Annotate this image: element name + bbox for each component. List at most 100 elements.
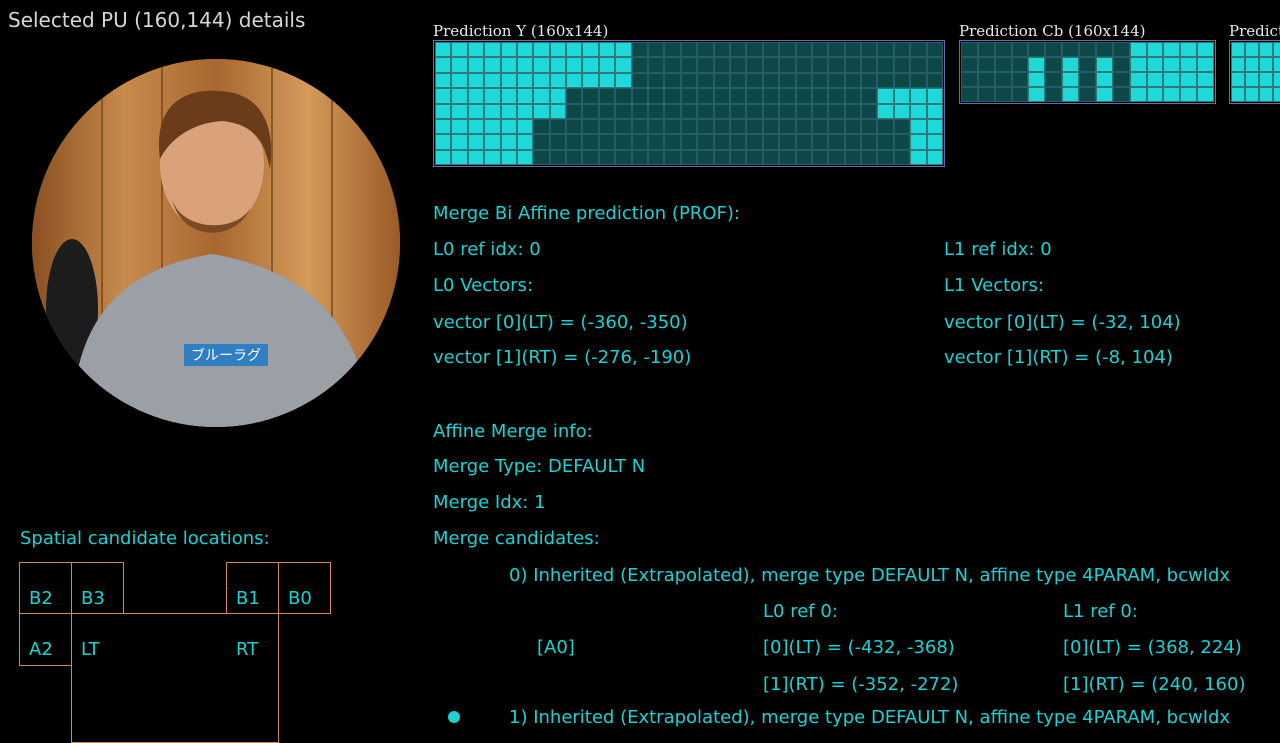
- prediction-cell[interactable]: [1180, 72, 1198, 87]
- prediction-cell[interactable]: [877, 41, 894, 58]
- prediction-cell[interactable]: [1062, 72, 1080, 87]
- prediction-cell[interactable]: [910, 149, 927, 166]
- prediction-cell[interactable]: [467, 149, 485, 166]
- prediction-cell[interactable]: [828, 88, 845, 104]
- prediction-cell[interactable]: [1028, 42, 1046, 57]
- prediction-cell[interactable]: [680, 103, 698, 119]
- prediction-cell[interactable]: [795, 57, 812, 73]
- prediction-cell[interactable]: [631, 118, 649, 135]
- prediction-cell[interactable]: [549, 118, 567, 135]
- prediction-cell[interactable]: [516, 72, 534, 89]
- prediction-cell[interactable]: [680, 88, 698, 104]
- prediction-cell[interactable]: [631, 41, 649, 58]
- prediction-cell[interactable]: [729, 134, 747, 150]
- prediction-cell[interactable]: [729, 118, 747, 135]
- prediction-cell[interactable]: [762, 57, 780, 73]
- prediction-cell[interactable]: [680, 134, 698, 150]
- prediction-cell[interactable]: [697, 88, 714, 104]
- prediction-cell[interactable]: [795, 88, 812, 104]
- prediction-cell[interactable]: [1245, 57, 1259, 72]
- prediction-cell[interactable]: [893, 72, 911, 89]
- prediction-cell[interactable]: [615, 41, 632, 58]
- prediction-cell[interactable]: [1231, 42, 1245, 57]
- prediction-cell[interactable]: [779, 72, 796, 89]
- prediction-cell[interactable]: [1129, 72, 1147, 87]
- prediction-cell[interactable]: [1231, 87, 1245, 102]
- prediction-cell[interactable]: [566, 57, 583, 73]
- prediction-cell[interactable]: [615, 57, 632, 73]
- prediction-cell[interactable]: [516, 103, 534, 119]
- prediction-cell[interactable]: [877, 149, 894, 166]
- prediction-cell[interactable]: [582, 57, 599, 73]
- prediction-cell[interactable]: [1231, 72, 1245, 87]
- prediction-cell[interactable]: [713, 149, 730, 166]
- prediction-cell[interactable]: [1163, 87, 1181, 102]
- prediction-cell[interactable]: [811, 134, 829, 150]
- prediction-cell[interactable]: [746, 103, 763, 119]
- prediction-cell[interactable]: [533, 134, 550, 150]
- prediction-cell[interactable]: [516, 134, 534, 150]
- prediction-cell[interactable]: [664, 41, 681, 58]
- prediction-cell[interactable]: [1079, 42, 1096, 57]
- prediction-cell[interactable]: [680, 149, 698, 166]
- prediction-cell[interactable]: [729, 41, 747, 58]
- prediction-cell[interactable]: [779, 103, 796, 119]
- prediction-cell[interactable]: [893, 118, 911, 135]
- prediction-cell[interactable]: [533, 118, 550, 135]
- prediction-cell[interactable]: [893, 149, 911, 166]
- prediction-cell[interactable]: [746, 88, 763, 104]
- prediction-cell[interactable]: [877, 57, 894, 73]
- prediction-cell[interactable]: [961, 72, 978, 87]
- prediction-cell[interactable]: [467, 72, 485, 89]
- prediction-cell[interactable]: [811, 72, 829, 89]
- prediction-cell[interactable]: [1180, 42, 1198, 57]
- prediction-cell[interactable]: [1197, 42, 1214, 57]
- prediction-cell[interactable]: [500, 41, 517, 58]
- prediction-cell[interactable]: [844, 57, 862, 73]
- prediction-cell[interactable]: [994, 72, 1012, 87]
- prediction-cell[interactable]: [762, 103, 780, 119]
- prediction-cell[interactable]: [598, 118, 616, 135]
- prediction-cell[interactable]: [746, 118, 763, 135]
- prediction-cell[interactable]: [598, 134, 616, 150]
- prediction-cell[interactable]: [1062, 42, 1080, 57]
- prediction-cell[interactable]: [664, 88, 681, 104]
- prediction-cell[interactable]: [631, 88, 649, 104]
- prediction-cell[interactable]: [615, 103, 632, 119]
- prediction-cell[interactable]: [877, 118, 894, 135]
- prediction-cell[interactable]: [795, 134, 812, 150]
- prediction-cell[interactable]: [926, 88, 944, 104]
- prediction-cell[interactable]: [861, 134, 878, 150]
- prediction-cell[interactable]: [484, 103, 501, 119]
- prediction-cell[interactable]: [795, 103, 812, 119]
- prediction-cell[interactable]: [1163, 57, 1181, 72]
- prediction-cell[interactable]: [1197, 72, 1214, 87]
- prediction-cell[interactable]: [910, 103, 927, 119]
- prediction-cell[interactable]: [1259, 42, 1273, 57]
- prediction-cell[interactable]: [795, 118, 812, 135]
- prediction-cell[interactable]: [861, 149, 878, 166]
- prediction-cell[interactable]: [828, 57, 845, 73]
- prediction-cell[interactable]: [533, 57, 550, 73]
- prediction-cell[interactable]: [500, 134, 517, 150]
- prediction-cell[interactable]: [844, 149, 862, 166]
- prediction-cell[interactable]: [484, 118, 501, 135]
- prediction-cell[interactable]: [828, 41, 845, 58]
- prediction-cell[interactable]: [434, 88, 452, 104]
- prediction-cell[interactable]: [926, 103, 944, 119]
- prediction-cell[interactable]: [811, 88, 829, 104]
- prediction-cell[interactable]: [615, 72, 632, 89]
- prediction-cell[interactable]: [762, 72, 780, 89]
- prediction-y-grid[interactable]: [433, 40, 945, 167]
- prediction-cr-grid[interactable]: [1229, 40, 1280, 104]
- prediction-cell[interactable]: [746, 149, 763, 166]
- prediction-cell[interactable]: [1095, 72, 1113, 87]
- prediction-cell[interactable]: [484, 149, 501, 166]
- prediction-cell[interactable]: [1146, 42, 1164, 57]
- prediction-cell[interactable]: [1163, 42, 1181, 57]
- prediction-cell[interactable]: [484, 134, 501, 150]
- prediction-cell[interactable]: [1028, 57, 1046, 72]
- prediction-cell[interactable]: [926, 57, 944, 73]
- prediction-cell[interactable]: [500, 57, 517, 73]
- prediction-cell[interactable]: [598, 88, 616, 104]
